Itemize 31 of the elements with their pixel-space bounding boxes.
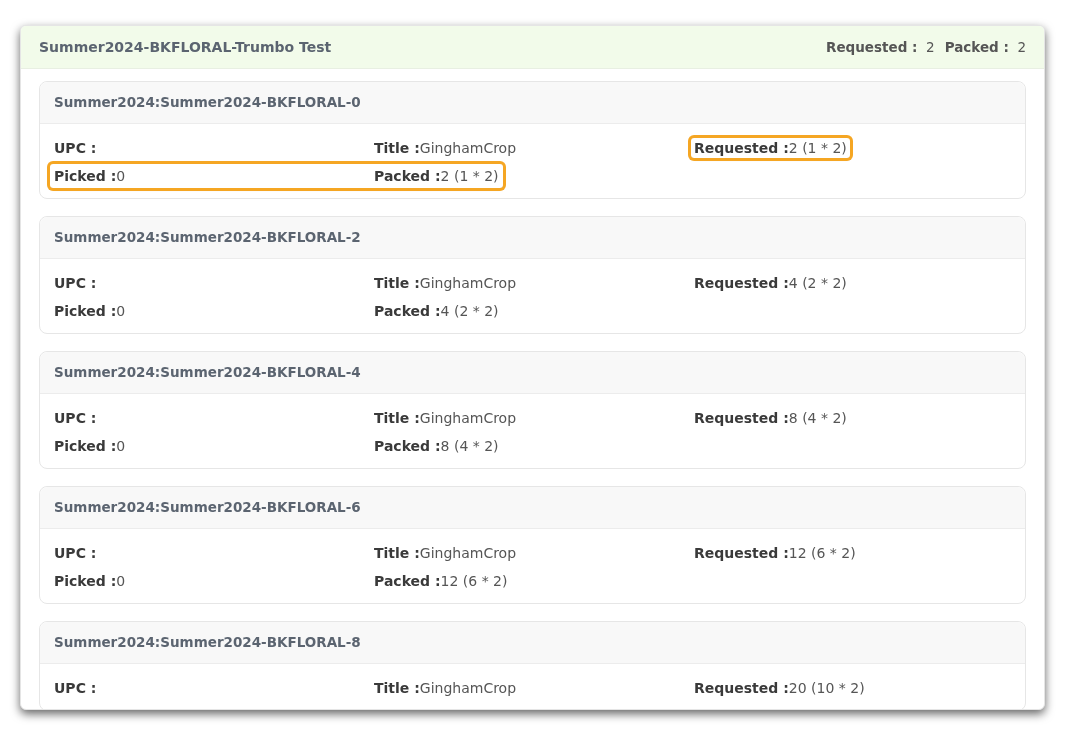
field-text: Picked :0 xyxy=(54,572,126,591)
field-text: Title :GinghamCrop xyxy=(374,409,517,428)
panel-title: Summer2024-BKFLORAL-Trumbo Test xyxy=(39,37,332,57)
field-text: UPC : xyxy=(54,139,97,158)
field-text: Title :GinghamCrop xyxy=(374,274,517,293)
field-text: Title :GinghamCrop xyxy=(374,679,517,698)
field-text: Requested :2 (1 * 2) xyxy=(691,138,850,158)
field-text: UPC : xyxy=(54,409,97,428)
field-text: Requested :20 (10 * 2) xyxy=(694,679,865,698)
field-text: Packed :8 (4 * 2) xyxy=(374,437,499,456)
field-text: Requested :8 (4 * 2) xyxy=(694,409,847,428)
card-title: Summer2024:Summer2024-BKFLORAL-6 xyxy=(54,498,361,518)
field-text: Packed :12 (6 * 2) xyxy=(374,572,508,591)
card-title: Summer2024:Summer2024-BKFLORAL-2 xyxy=(54,228,361,248)
field-text: UPC : xyxy=(54,274,97,293)
field-text: UPC : xyxy=(54,679,97,698)
field-text: Title :GinghamCrop xyxy=(374,544,517,563)
field-text: Picked :0 xyxy=(54,437,126,456)
total-text: Requested : 2 xyxy=(826,37,935,57)
field-text: Requested :4 (2 * 2) xyxy=(694,274,847,293)
field-text: Title :GinghamCrop xyxy=(374,139,517,158)
field-text: Picked :0 xyxy=(54,167,126,186)
card-title: Summer2024:Summer2024-BKFLORAL-0 xyxy=(54,93,361,113)
total-text: Packed : 2 xyxy=(944,37,1026,57)
field-text: Packed :4 (2 * 2) xyxy=(374,302,499,321)
card-title: Summer2024:Summer2024-BKFLORAL-8 xyxy=(54,633,361,653)
card-title: Summer2024:Summer2024-BKFLORAL-4 xyxy=(54,363,361,383)
field-text: UPC : xyxy=(54,544,97,563)
field-text: Packed :2 (1 * 2) xyxy=(374,167,499,186)
field-text: Picked :0 xyxy=(54,302,126,321)
field-text: Requested :12 (6 * 2) xyxy=(694,544,856,563)
